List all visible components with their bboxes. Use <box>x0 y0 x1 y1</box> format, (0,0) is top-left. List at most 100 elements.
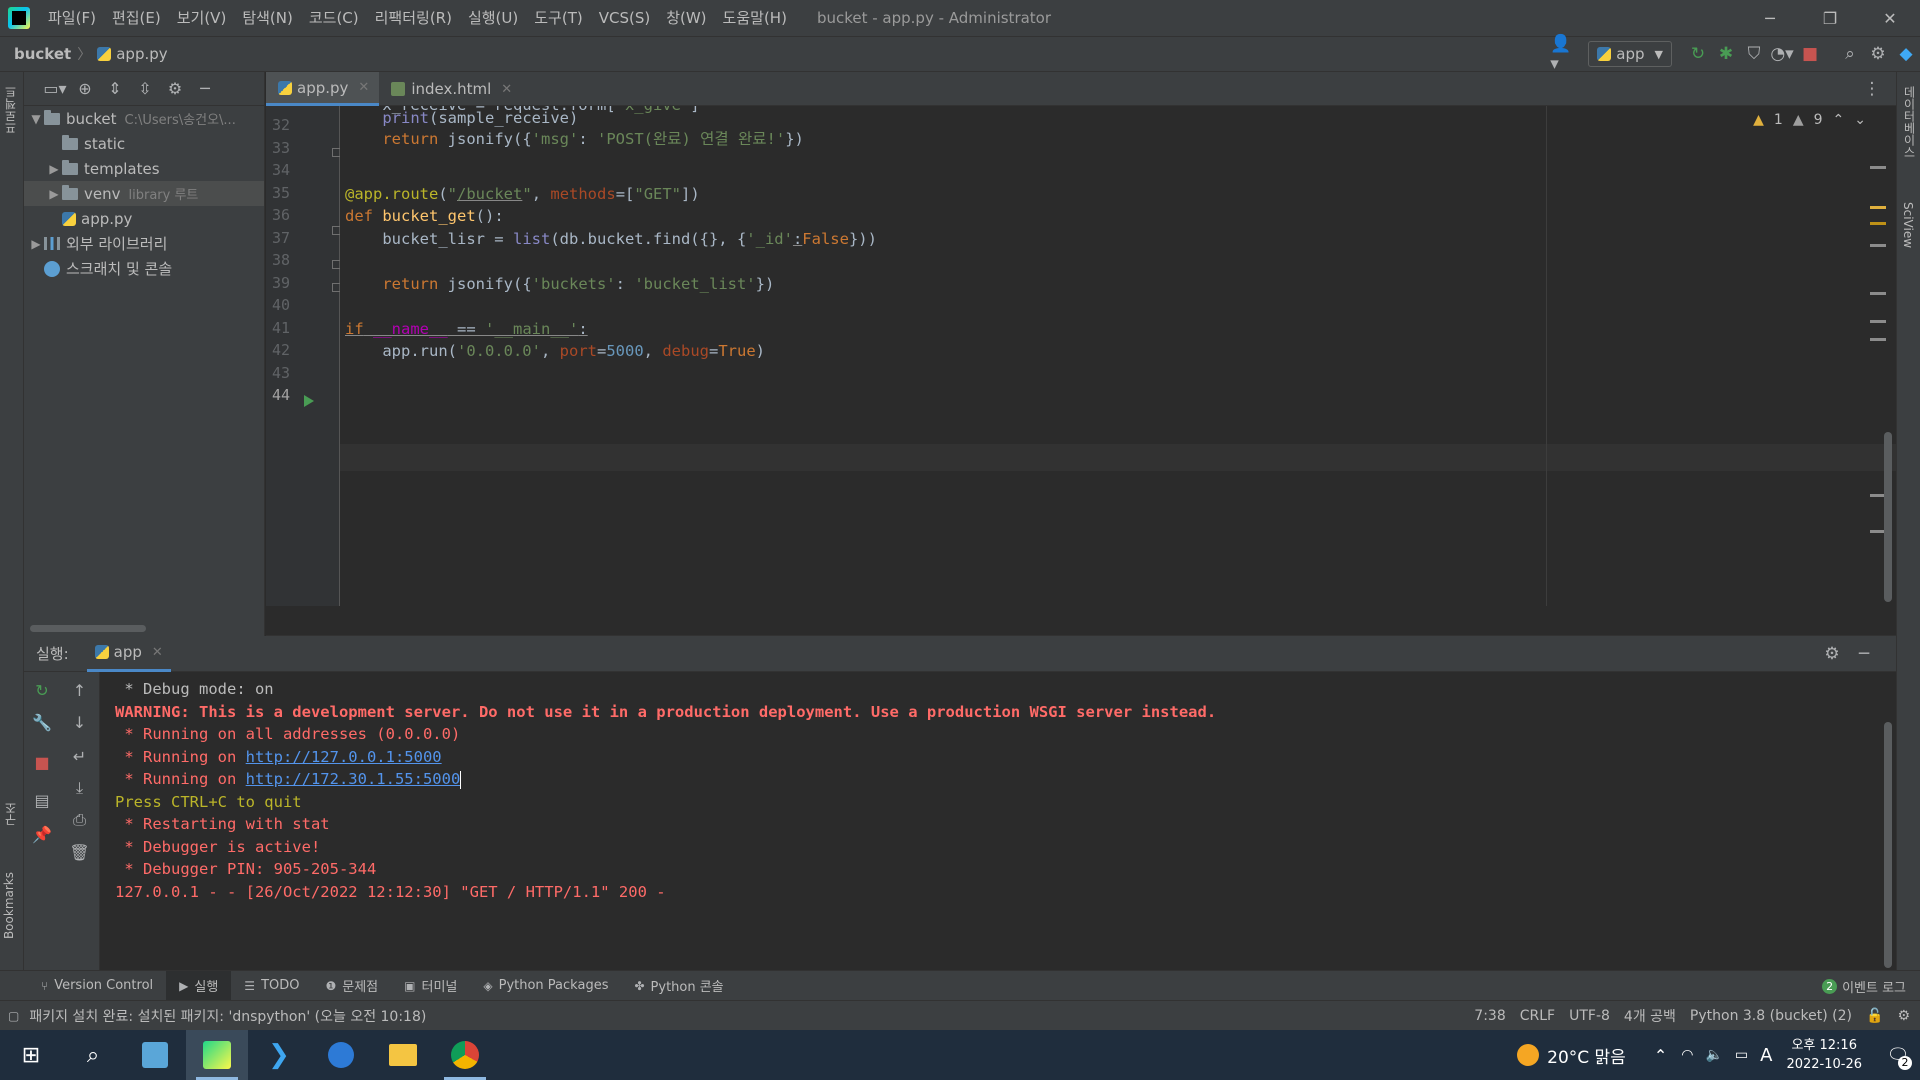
error-stripe-mark[interactable] <box>1870 166 1886 169</box>
console-vertical-scrollbar[interactable] <box>1884 722 1892 968</box>
arrow-down-icon[interactable]: ↓ <box>60 708 99 736</box>
arrow-up-icon[interactable]: ↑ <box>60 676 99 704</box>
coverage-shield-icon[interactable]: ⛉ <box>1740 40 1768 68</box>
wifi-icon[interactable]: ◠ <box>1681 1047 1693 1063</box>
caret-position[interactable]: 7:38 <box>1474 1008 1505 1024</box>
horizontal-scrollbar[interactable] <box>30 625 146 632</box>
chevron-up-icon[interactable]: ⌃ <box>1654 1046 1667 1065</box>
menu-item[interactable]: 파일(F) <box>40 0 104 36</box>
code-editor[interactable]: x_receive = request.form['x_give'] print… <box>340 106 1896 606</box>
structure-tool-label[interactable]: 구조 <box>2 802 19 826</box>
menu-item[interactable]: 코드(C) <box>301 0 367 36</box>
clock[interactable]: 오후 12:16 2022-10-26 <box>1786 1036 1862 1074</box>
menu-item[interactable]: 보기(V) <box>169 0 235 36</box>
tree-item[interactable]: ▶ 외부 라이브러리 <box>24 231 264 256</box>
close-icon[interactable]: ✕ <box>152 645 163 660</box>
chevron-right-icon[interactable]: ▶ <box>46 162 62 176</box>
inspector-icon[interactable]: ⚙ <box>1897 1008 1910 1024</box>
notification-center[interactable]: 🗨 2 <box>1876 1030 1920 1080</box>
vcs-user-icon[interactable]: 👤▾ <box>1550 34 1578 74</box>
close-button[interactable]: ✕ <box>1860 0 1920 36</box>
battery-icon[interactable]: ▭ <box>1735 1047 1748 1063</box>
error-stripe-mark[interactable] <box>1870 320 1886 323</box>
soft-wrap-icon[interactable]: ↵ <box>60 742 99 770</box>
run-console[interactable]: * Debug mode: on WARNING: This is a devel… <box>100 672 1896 970</box>
debug-bug-icon[interactable]: ✱ <box>1712 40 1740 68</box>
lock-icon[interactable]: 🔓 <box>1866 1008 1883 1024</box>
menu-item[interactable]: 도구(T) <box>526 0 590 36</box>
bookmarks-tool-label[interactable]: Bookmarks <box>2 872 16 939</box>
stop-icon[interactable]: ■ <box>1796 40 1824 68</box>
tree-item[interactable]: static <box>24 131 264 156</box>
search-icon[interactable]: ⌕ <box>1836 40 1864 68</box>
taskbar-app-pycharm[interactable] <box>186 1030 248 1080</box>
sciview-tool-label[interactable]: SciView <box>1901 202 1915 248</box>
run-config-select[interactable]: app ▼ <box>1588 41 1672 67</box>
menu-item[interactable]: 실행(U) <box>460 0 526 36</box>
error-stripe-mark[interactable] <box>1870 244 1886 247</box>
close-icon[interactable]: ✕ <box>501 82 512 97</box>
tool-terminal[interactable]: ▣ 터미널 <box>391 971 470 1001</box>
menu-item[interactable]: 도움말(H) <box>715 0 795 36</box>
taskbar-app-notepad[interactable] <box>124 1030 186 1080</box>
scroll-to-end-icon[interactable]: ⤓ <box>60 774 99 802</box>
menu-item[interactable]: 리팩터링(R) <box>367 0 460 36</box>
chevron-down-icon[interactable]: ▼ <box>28 112 44 126</box>
tool-python-packages[interactable]: ◈ Python Packages <box>470 971 621 1001</box>
database-tool-label[interactable]: 데이터베이스 <box>1901 86 1918 158</box>
chevron-right-icon[interactable]: ▶ <box>28 237 44 251</box>
tree-item[interactable]: 스크래치 및 콘솔 <box>24 256 264 281</box>
minimize-button[interactable]: ─ <box>1740 0 1800 36</box>
error-stripe-mark[interactable] <box>1870 292 1886 295</box>
project-tool-label[interactable]: 프로젝트 <box>2 86 19 134</box>
tool-todo[interactable]: ☰ TODO <box>231 971 312 1001</box>
error-stripe-mark[interactable] <box>1870 338 1886 341</box>
stop-icon[interactable]: ■ <box>24 748 60 776</box>
tree-item[interactable]: ▼ bucket C:\Users\송건오\... <box>24 106 264 131</box>
tab-app-py[interactable]: app.py ✕ <box>266 72 380 106</box>
menu-item[interactable]: VCS(S) <box>591 0 658 36</box>
run-tab-app[interactable]: app ✕ <box>86 636 171 672</box>
tab-index-html[interactable]: index.html ✕ <box>379 72 522 106</box>
trash-icon[interactable]: 🗑 <box>60 838 99 866</box>
collapse-all-icon[interactable]: ⇳ <box>130 75 160 103</box>
ime-indicator[interactable]: A <box>1760 1045 1772 1066</box>
tool-run[interactable]: ▶ 실행 <box>166 970 232 1001</box>
wrench-icon[interactable]: 🔧 <box>24 708 60 736</box>
run-main-icon[interactable] <box>304 395 314 407</box>
status-message[interactable]: 패키지 설치 완료: 설치된 패키지: 'dnspython' (오늘 오전 1… <box>29 1006 426 1026</box>
locate-icon[interactable]: ⊕ <box>70 75 100 103</box>
tree-item[interactable]: ▶ venv library 루트 <box>24 181 264 206</box>
error-stripe-mark[interactable] <box>1870 222 1886 225</box>
start-button[interactable]: ⊞ <box>0 1030 62 1080</box>
previous-highlight-icon[interactable]: ⌃ <box>1833 112 1845 128</box>
view-mode-icon[interactable]: ▭▾ <box>40 75 70 103</box>
taskbar-app-chrome[interactable] <box>434 1030 496 1080</box>
tree-item[interactable]: ▶ templates <box>24 156 264 181</box>
weather-text[interactable]: 20°C 맑음 <box>1547 1043 1626 1068</box>
gear-icon[interactable]: ⚙ <box>1818 640 1846 668</box>
layout-icon[interactable]: ▤ <box>24 786 60 814</box>
breadcrumb-file[interactable]: app.py <box>97 45 168 63</box>
taskbar-search[interactable]: ⌕ <box>62 1030 124 1080</box>
file-encoding[interactable]: UTF-8 <box>1569 1008 1610 1024</box>
next-highlight-icon[interactable]: ⌄ <box>1854 112 1866 128</box>
jetbrains-toolbox-icon[interactable]: ◆ <box>1892 40 1920 68</box>
event-log-button[interactable]: 2 이벤트 로그 <box>1822 971 1906 1001</box>
inspection-widget[interactable]: ▲ 1 ▲ 9 ⌃ ⌄ <box>1753 112 1866 128</box>
gear-icon[interactable]: ⚙ <box>1864 40 1892 68</box>
restore-button[interactable]: ❐ <box>1800 0 1860 36</box>
profile-icon[interactable]: ◔▾ <box>1768 40 1796 68</box>
rerun-icon[interactable]: ↻ <box>1684 40 1712 68</box>
menu-item[interactable]: 탐색(N) <box>234 0 301 36</box>
pin-icon[interactable]: 📌 <box>24 820 60 848</box>
editor-vertical-scrollbar[interactable] <box>1884 432 1892 602</box>
indent-setting[interactable]: 4개 공백 <box>1624 1006 1676 1026</box>
menu-item[interactable]: 편집(E) <box>104 0 169 36</box>
python-interpreter[interactable]: Python 3.8 (bucket) (2) <box>1690 1008 1852 1024</box>
more-options-icon[interactable]: ⋮ <box>1858 75 1886 103</box>
hide-panel-icon[interactable]: ─ <box>190 75 220 103</box>
tree-item[interactable]: app.py <box>24 206 264 231</box>
line-separator[interactable]: CRLF <box>1520 1008 1555 1024</box>
taskbar-app-browser[interactable] <box>310 1030 372 1080</box>
